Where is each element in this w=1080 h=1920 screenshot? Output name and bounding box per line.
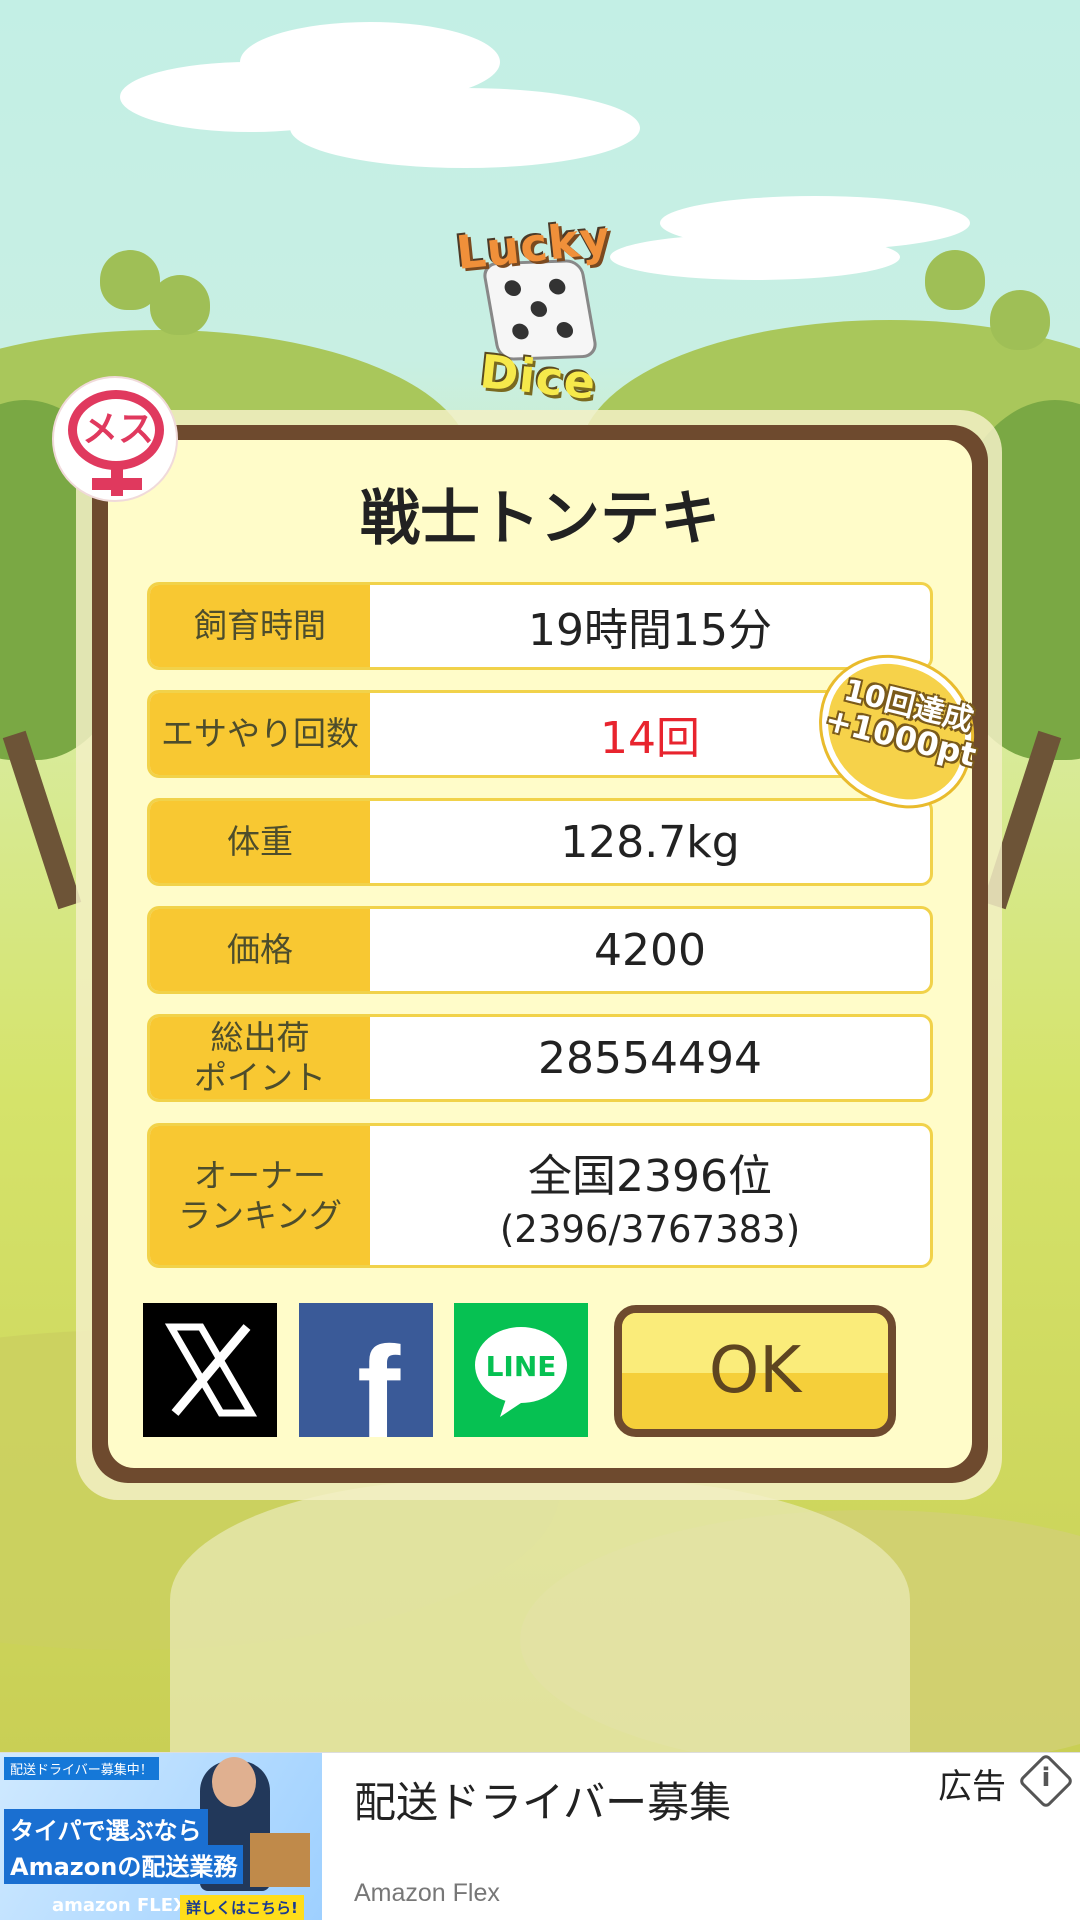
tree [990, 290, 1050, 350]
lucky-dice-logo: Lucky Dice [450, 210, 630, 410]
ok-button-label: OK [708, 1334, 802, 1408]
share-x-button[interactable]: X [143, 1303, 277, 1437]
ad-title[interactable]: 配送ドライバー募集 [354, 1769, 731, 1830]
ok-button[interactable]: OK [614, 1305, 896, 1437]
stat-label: エサやり回数 [150, 693, 370, 775]
ranking-value: 全国2396位 [528, 1151, 772, 1202]
cloud [610, 234, 900, 280]
ad-image-line2: Amazonの配送業務 [4, 1845, 244, 1884]
ad-image-cta[interactable]: 詳しくはこちら! [180, 1895, 304, 1920]
gender-label: メス [81, 409, 154, 450]
x-logo-icon: X [164, 1323, 258, 1417]
cloud [290, 88, 640, 168]
ad-package-image [250, 1833, 310, 1887]
stat-label: 飼育時間 [150, 585, 370, 667]
stat-label-text: 総出荷 ポイント [194, 1018, 326, 1097]
line-logo-icon: LINE [475, 1327, 567, 1417]
share-line-label: LINE [486, 1350, 557, 1383]
stat-row-shipping-points: 総出荷 ポイント 28554494 [147, 1014, 933, 1102]
ad-image[interactable]: 配送ドライバー募集中！ タイパで選ぶなら Amazonの配送業務 amazon … [0, 1753, 322, 1920]
stat-value: 4200 [594, 924, 706, 976]
ad-label: 広告 [938, 1767, 1006, 1807]
tree [925, 250, 985, 310]
ad-image-brand: amazon FLEX [52, 1895, 187, 1916]
facebook-logo-icon: f [357, 1319, 401, 1465]
ad-image-recruit: 配送ドライバー募集中！ [4, 1757, 159, 1780]
stat-label: 総出荷 ポイント [150, 1017, 370, 1099]
stat-label: 価格 [150, 909, 370, 991]
stat-label: 体重 [150, 801, 370, 883]
stat-value: 全国2396位 (2396/3767383) [370, 1126, 930, 1265]
share-line-button[interactable]: LINE [454, 1303, 588, 1437]
ad-image-line1: タイパで選ぶなら [4, 1809, 208, 1848]
logo-dice-text: Dice [477, 344, 599, 410]
stat-row-weight: 体重 128.7kg [147, 798, 933, 886]
dirt-path [170, 1480, 910, 1752]
stat-label: オーナー ランキング [150, 1126, 370, 1265]
share-facebook-button[interactable]: f [299, 1303, 433, 1465]
stat-value: 19時間15分 [528, 605, 772, 656]
ranking-detail: (2396/3767383) [499, 1208, 801, 1251]
share-facebook-label: f [357, 1319, 401, 1437]
logo-lucky-text: Lucky [453, 210, 614, 280]
ad-banner[interactable]: 配送ドライバー募集中！ タイパで選ぶなら Amazonの配送業務 amazon … [0, 1752, 1080, 1920]
stat-row-feed-count: エサやり回数 14回 [147, 690, 933, 778]
ad-info-glyph: i [1041, 1763, 1051, 1793]
stat-row-owner-ranking: オーナー ランキング 全国2396位 (2396/3767383) [147, 1123, 933, 1268]
stat-value: 28554494 [538, 1032, 762, 1084]
stat-row-price: 価格 4200 [147, 906, 933, 994]
tree [150, 275, 210, 335]
pig-name: 戦士トンテキ [360, 484, 720, 554]
stat-row-breeding-time: 飼育時間 19時間15分 [147, 582, 933, 670]
stat-value: 128.7kg [560, 816, 740, 868]
stat-label-text: オーナー ランキング [177, 1155, 342, 1235]
ad-advertiser: Amazon Flex [354, 1879, 500, 1907]
